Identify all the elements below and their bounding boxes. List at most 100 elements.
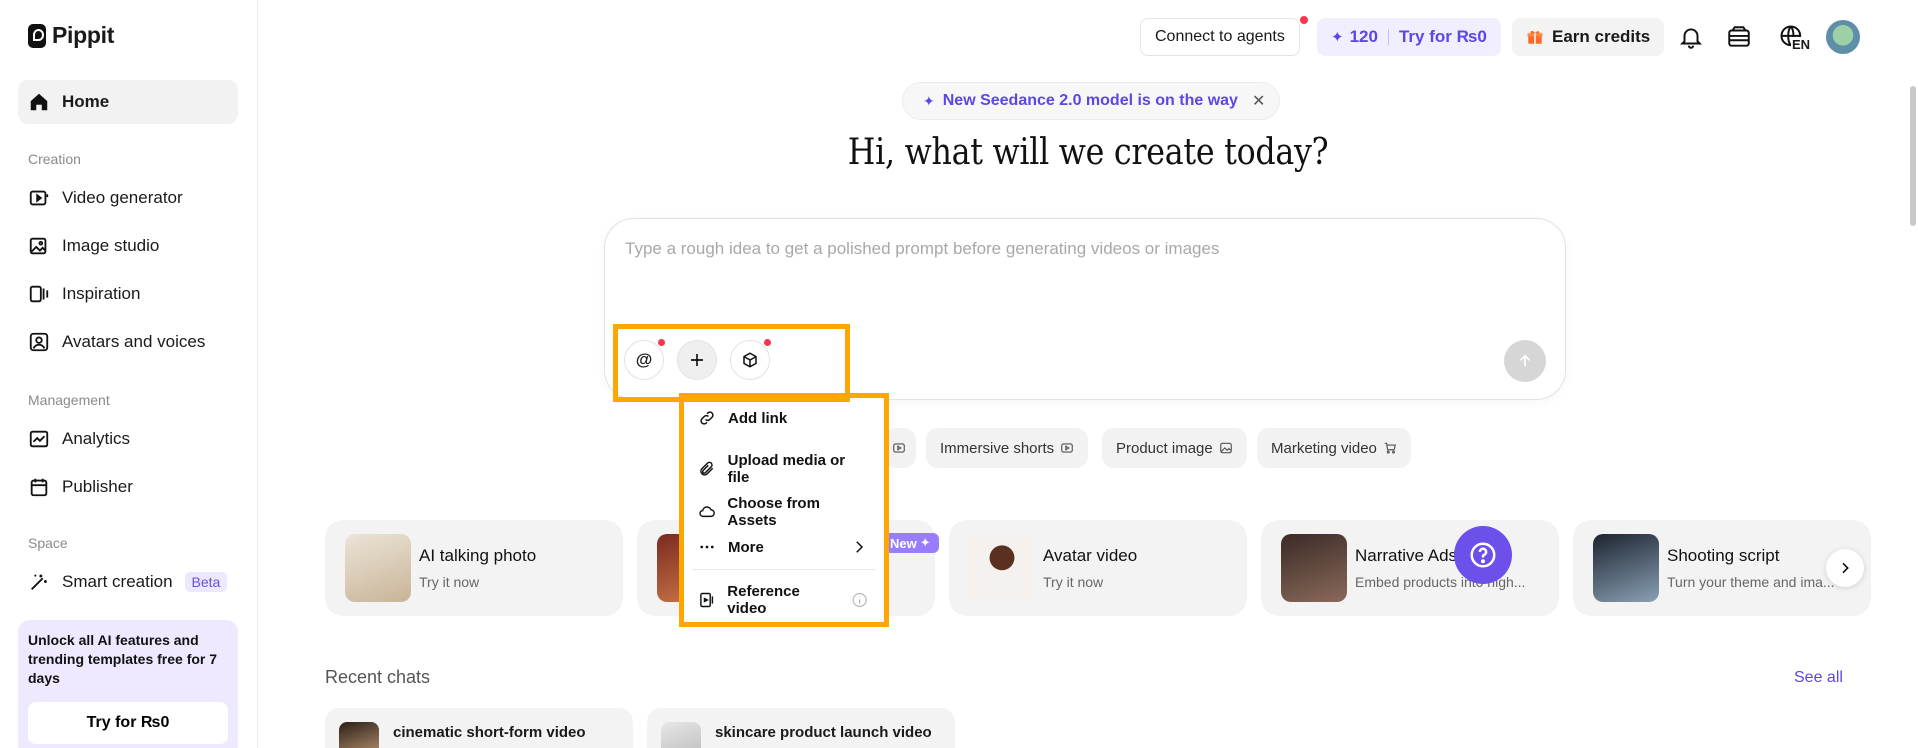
send-button[interactable] xyxy=(1504,340,1546,382)
chip-marketing-video[interactable]: Marketing video xyxy=(1257,428,1411,468)
menu-item-label: Reference video xyxy=(727,583,800,617)
connect-agents-button[interactable]: Connect to agents xyxy=(1140,18,1300,56)
feature-card-talking-photo[interactable]: AI talking photo Try it now xyxy=(325,520,623,616)
menu-item-label: Add link xyxy=(728,409,788,427)
chip-product-image[interactable]: Product image xyxy=(1102,428,1247,468)
feature-card-narrative-ads[interactable]: Narrative Ads Embed products into high..… xyxy=(1261,520,1559,616)
analytics-icon xyxy=(29,430,49,448)
image-icon xyxy=(1219,442,1232,454)
sidebar-item-image-studio[interactable]: Image studio xyxy=(18,224,238,268)
help-button[interactable] xyxy=(1454,526,1512,584)
try-label: Try for ₨0 xyxy=(1398,27,1487,46)
sidebar-item-label: Smart creation xyxy=(62,572,173,591)
earn-credits-button[interactable]: Earn credits xyxy=(1512,18,1665,56)
link-icon xyxy=(700,411,714,425)
mention-button[interactable]: @ xyxy=(624,340,664,380)
sidebar-item-inspiration[interactable]: Inspiration xyxy=(18,272,238,316)
chip-label: Product image xyxy=(1116,439,1213,457)
logo-text: Pippit xyxy=(52,22,115,48)
credits-pill[interactable]: ✦ 120 Try for ₨0 xyxy=(1317,18,1501,56)
video-generator-icon xyxy=(29,190,49,206)
model-button[interactable] xyxy=(730,340,770,380)
headline-text: Hi, what will we create today? xyxy=(847,132,1329,173)
sidebar-item-video-generator[interactable]: Video generator xyxy=(18,176,238,220)
language-button[interactable]: EN xyxy=(1772,20,1812,54)
sidebar-item-label: Analytics xyxy=(62,429,131,448)
video-icon xyxy=(1061,443,1074,453)
user-avatar[interactable] xyxy=(1826,20,1860,54)
recent-chats-title: Recent chats xyxy=(325,667,431,687)
monkey-thumbnail xyxy=(345,534,411,602)
chevron-right-icon xyxy=(856,541,864,553)
sidebar-item-label: Publisher xyxy=(62,477,133,496)
sidebar-item-home[interactable]: Home xyxy=(18,80,238,124)
chip-label: Immersive shorts xyxy=(940,439,1055,457)
chevron-right-icon xyxy=(1842,562,1849,574)
card-title: Narrative Ads xyxy=(1355,546,1458,565)
carousel-next-button[interactable] xyxy=(1826,549,1864,587)
chip-label: Marketing video xyxy=(1271,439,1377,457)
see-all-link[interactable]: See all xyxy=(1794,669,1843,687)
card-title: Avatar video xyxy=(1043,546,1138,565)
notification-dot xyxy=(1300,16,1308,24)
section-management: Management xyxy=(28,392,110,408)
menu-divider xyxy=(692,569,876,570)
notification-dot xyxy=(658,339,665,346)
add-menu: Add link Upload media or file Choose fro… xyxy=(684,397,884,622)
gift-icon xyxy=(1527,30,1543,44)
announcement-text: New Seedance 2.0 model is on the way xyxy=(942,92,1238,109)
chip-partial[interactable] xyxy=(884,428,916,468)
chat-title: skincare product launch video xyxy=(715,724,932,741)
close-icon[interactable]: ✕ xyxy=(1252,91,1265,111)
promo-card: Unlock all AI features and trending temp… xyxy=(18,620,238,748)
menu-item-add-link[interactable]: Add link xyxy=(698,409,868,427)
sidebar-item-smart-creation[interactable]: Smart creation Beta xyxy=(18,560,238,604)
page-title: Hi, what will we create today? xyxy=(0,132,1918,173)
sidebar-item-label: Video generator xyxy=(62,188,183,207)
sparkle-icon: ✦ xyxy=(923,92,935,109)
menu-item-reference-video[interactable]: Reference video xyxy=(698,583,868,617)
sidebar-item-label: Inspiration xyxy=(62,284,141,303)
sparkle-icon: ✦ xyxy=(919,535,931,550)
card-subtitle: Try it now xyxy=(1043,574,1104,590)
feature-card-avatar-video[interactable]: Avatar video Try it now xyxy=(949,520,1247,616)
wallet-icon xyxy=(1728,26,1750,47)
question-icon xyxy=(1470,542,1496,568)
menu-item-assets[interactable]: Choose from Assets xyxy=(698,495,868,529)
card-title: AI talking photo xyxy=(419,546,537,565)
promo-text: Unlock all AI features and trending temp… xyxy=(28,632,218,686)
recent-chat-card[interactable]: cinematic short-form video xyxy=(325,708,633,748)
divider xyxy=(1387,29,1389,45)
card-title: Shooting script xyxy=(1667,546,1780,565)
cube-icon xyxy=(743,352,757,368)
promo-try-button[interactable]: Try for ₨0 xyxy=(28,702,228,744)
chat-title: cinematic short-form video xyxy=(393,724,586,741)
earn-credits-label: Earn credits xyxy=(1552,27,1651,46)
wallet-button[interactable] xyxy=(1722,20,1756,54)
recent-chat-card[interactable]: skincare product launch video xyxy=(647,708,955,748)
home-icon xyxy=(30,93,48,111)
cloud-icon xyxy=(699,506,715,518)
notifications-button[interactable] xyxy=(1674,20,1708,54)
at-icon: @ xyxy=(635,350,653,369)
more-icon xyxy=(700,545,714,549)
prompt-input[interactable] xyxy=(625,239,1525,259)
logo[interactable]: Pippit xyxy=(28,22,114,49)
new-badge-label: New xyxy=(890,535,917,551)
image-studio-icon xyxy=(29,237,47,255)
menu-item-more[interactable]: More xyxy=(698,538,868,556)
page-scrollbar[interactable] xyxy=(1910,86,1916,226)
menu-item-label: Choose from Assets xyxy=(727,495,820,529)
sidebar-item-analytics[interactable]: Analytics xyxy=(18,417,238,461)
announcement-banner[interactable]: ✦ New Seedance 2.0 model is on the way ✕ xyxy=(902,82,1281,120)
connect-agents-label: Connect to agents xyxy=(1155,28,1285,45)
sidebar-item-publisher[interactable]: Publisher xyxy=(18,465,238,509)
magic-wand-icon xyxy=(31,574,47,590)
chip-immersive-shorts[interactable]: Immersive shorts xyxy=(926,428,1089,468)
sidebar-item-avatars-voices[interactable]: Avatars and voices xyxy=(18,320,238,364)
paperclip-icon xyxy=(700,461,714,476)
add-button[interactable] xyxy=(677,340,717,380)
sidebar-item-label: Image studio xyxy=(62,236,160,255)
beta-badge: Beta xyxy=(184,572,228,592)
menu-item-upload[interactable]: Upload media or file xyxy=(698,452,868,486)
